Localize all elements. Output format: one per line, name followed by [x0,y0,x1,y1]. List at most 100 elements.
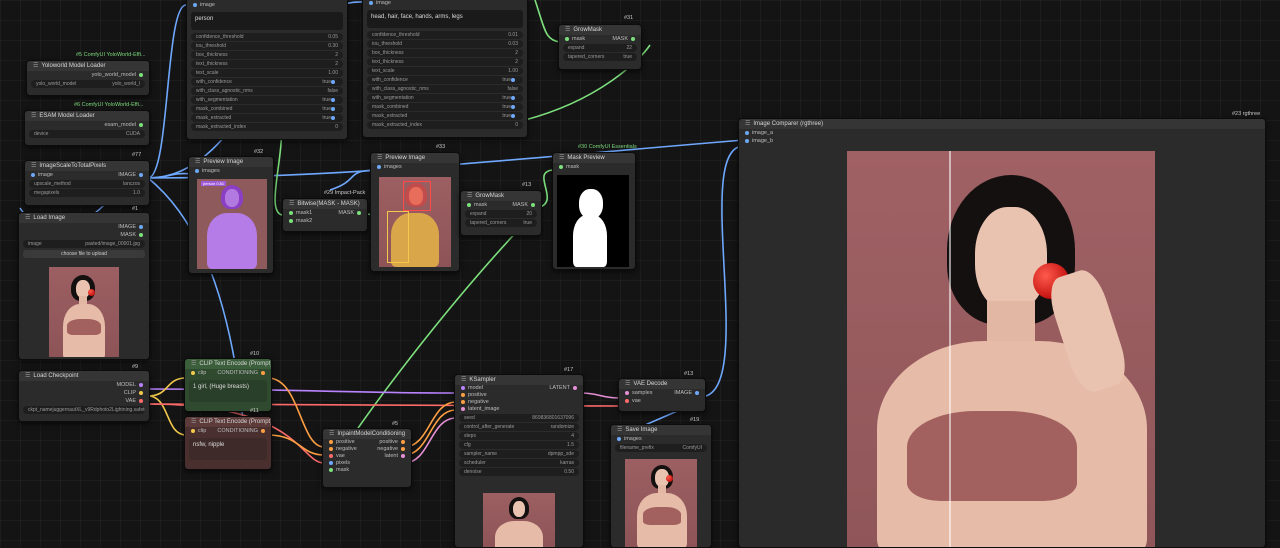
node-menu-icon[interactable]: ☰ [25,213,30,223]
setting-control-after-generate[interactable]: control_after_generate randomize [459,423,579,431]
setting-iou-threshold[interactable]: iou_threshold 0.30 [191,42,343,50]
setting-mask-extracted-index[interactable]: mask_extracted_index 0 [191,123,343,131]
node-menu-icon[interactable]: ☰ [625,379,630,389]
yolo-model-select[interactable]: yolo_world_model yolo_world_l [31,80,145,88]
input-socket[interactable] [461,406,465,411]
input-socket[interactable] [191,428,195,433]
filename-prefix-input[interactable]: filename_prefix ComfyUI [615,444,707,452]
setting-with-class-agnostic-nms[interactable]: with_class_agnostic_nms false [367,85,523,93]
input-socket[interactable] [745,130,749,135]
input-socket[interactable] [625,390,629,395]
categories-textarea[interactable]: person [191,12,343,30]
node-menu-icon[interactable]: ☰ [377,153,382,163]
ksampler-node[interactable]: ☰ KSampler model LATENT positive negative lat… [454,374,584,548]
setting-text-scale[interactable]: text_scale 1.00 [367,67,523,75]
setting-confidence-threshold[interactable]: confidence_threshold 0.05 [191,33,343,41]
input-socket[interactable] [559,164,563,169]
growmask-node-top[interactable]: ☰ GrowMask mask MASK expand 22 tapered_corn… [558,24,642,70]
setting-text-thickness[interactable]: text_thickness 2 [367,58,523,66]
load-image-node[interactable]: ☰ Load Image IMAGE MASK image pasted/image… [18,212,150,360]
setting-text-scale[interactable]: text_scale 1.00 [191,69,343,77]
image-comparer-node[interactable]: ☰ Image Comparer (rgthree) image_a image_… [738,118,1266,548]
vae-decode-node[interactable]: ☰ VAE Decode samples IMAGE vae [618,378,706,412]
output-socket-model[interactable] [139,383,143,387]
output-socket[interactable] [261,428,265,433]
esam-model-loader-node[interactable]: ☰ ESAM Model Loader esam_model device CUDA [24,110,150,146]
bitwise-mask-node[interactable]: ☰ Bitwise(MASK - MASK) mask1 MASK mask2 [282,198,368,232]
input-socket[interactable] [461,385,465,390]
input-socket[interactable] [289,218,293,223]
setting-with-segmentation[interactable]: with_segmentation true [191,96,343,104]
setting-text-thickness[interactable]: text_thickness 2 [191,60,343,68]
input-socket[interactable] [461,392,465,397]
tapered-corners-toggle[interactable]: tapered_corners true [465,219,537,227]
output-socket[interactable] [531,202,535,207]
node-menu-icon[interactable]: ☰ [25,371,30,381]
setting-with-confidence[interactable]: with_confidence true [367,76,523,84]
growmask-node-2[interactable]: ☰ GrowMask mask MASK expand 20 tapered_corn… [460,190,542,236]
output-socket[interactable] [139,123,143,127]
setting-mask-extracted[interactable]: mask_extracted true [191,114,343,122]
image-file-select[interactable]: image pasted/image_00001.jpg [23,240,145,248]
setting-mask-combined[interactable]: mask_combined true [191,105,343,113]
input-socket[interactable] [329,460,333,465]
setting-confidence-threshold[interactable]: confidence_threshold 0.01 [367,31,523,39]
input-socket[interactable] [369,0,373,5]
input-socket[interactable] [377,164,381,169]
upscale-method-select[interactable]: upscale_method lanczos [29,180,145,188]
preview-image-node-1[interactable]: ☰ Preview Image images person 0.81 [188,156,274,274]
ckpt-name-select[interactable]: ckpt_name juggernautXL_v9Rdphoto2Lightnin… [23,406,145,414]
yoloworld-esam-node-person[interactable]: image person confidence_threshold 0.05 iou… [186,0,348,140]
setting-box-thickness[interactable]: box_thickness 2 [191,51,343,59]
compare-slider-line[interactable] [949,151,951,547]
node-menu-icon[interactable]: ☰ [467,191,472,201]
positive-prompt-textarea[interactable]: 1 girl, (Huge breasts) [189,380,267,402]
node-menu-icon[interactable]: ☰ [559,153,564,163]
output-socket[interactable] [261,370,265,375]
device-select[interactable]: device CUDA [29,130,145,138]
setting-seed[interactable]: seed 869836801637096 [459,414,579,422]
yoloworld-model-loader-node[interactable]: ☰ Yoloworld Model Loader yolo_world_model… [26,60,150,96]
output-socket[interactable] [139,73,143,77]
input-socket[interactable] [565,36,569,41]
save-image-node[interactable]: ☰ Save Image images filename_prefix ComfyU… [610,424,712,548]
setting-cfg[interactable]: cfg 1.5 [459,441,579,449]
node-menu-icon[interactable]: ☰ [565,25,570,35]
megapixels-input[interactable]: megapixels 1.0 [29,189,145,197]
input-socket[interactable] [461,399,465,404]
output-socket[interactable] [401,446,405,451]
input-socket[interactable] [745,138,749,143]
input-socket[interactable] [329,446,333,451]
input-socket[interactable] [617,436,621,441]
output-socket[interactable] [631,36,635,41]
setting-mask-combined[interactable]: mask_combined true [367,103,523,111]
output-socket-image[interactable] [139,225,143,229]
output-socket[interactable] [401,453,405,458]
preview-image-node-2[interactable]: ☰ Preview Image images [370,152,460,272]
input-socket[interactable] [31,172,35,177]
input-socket[interactable] [329,453,333,458]
input-socket[interactable] [329,467,333,472]
output-socket[interactable] [573,385,577,390]
output-socket-mask[interactable] [139,233,143,237]
output-socket[interactable] [401,439,405,444]
input-socket[interactable] [191,370,195,375]
input-socket[interactable] [329,439,333,444]
input-socket[interactable] [193,2,197,7]
negative-prompt-textarea[interactable]: nsfw, nipple [189,438,267,460]
output-socket-clip[interactable] [139,391,143,395]
output-socket[interactable] [139,172,143,177]
setting-sampler-name[interactable]: sampler_name dpmpp_sde [459,450,579,458]
input-socket[interactable] [625,398,629,403]
setting-scheduler[interactable]: scheduler karras [459,459,579,467]
comparison-image[interactable] [847,151,1155,547]
setting-mask-extracted[interactable]: mask_extracted true [367,112,523,120]
node-menu-icon[interactable]: ☰ [289,199,294,209]
expand-input[interactable]: expand 22 [563,44,637,52]
node-menu-icon[interactable]: ☰ [329,429,334,439]
node-menu-icon[interactable]: ☰ [31,111,36,121]
output-socket[interactable] [357,210,361,215]
node-menu-icon[interactable]: ☰ [191,359,196,369]
setting-mask-extracted-index[interactable]: mask_extracted_index 0 [367,121,523,129]
setting-steps[interactable]: steps 4 [459,432,579,440]
